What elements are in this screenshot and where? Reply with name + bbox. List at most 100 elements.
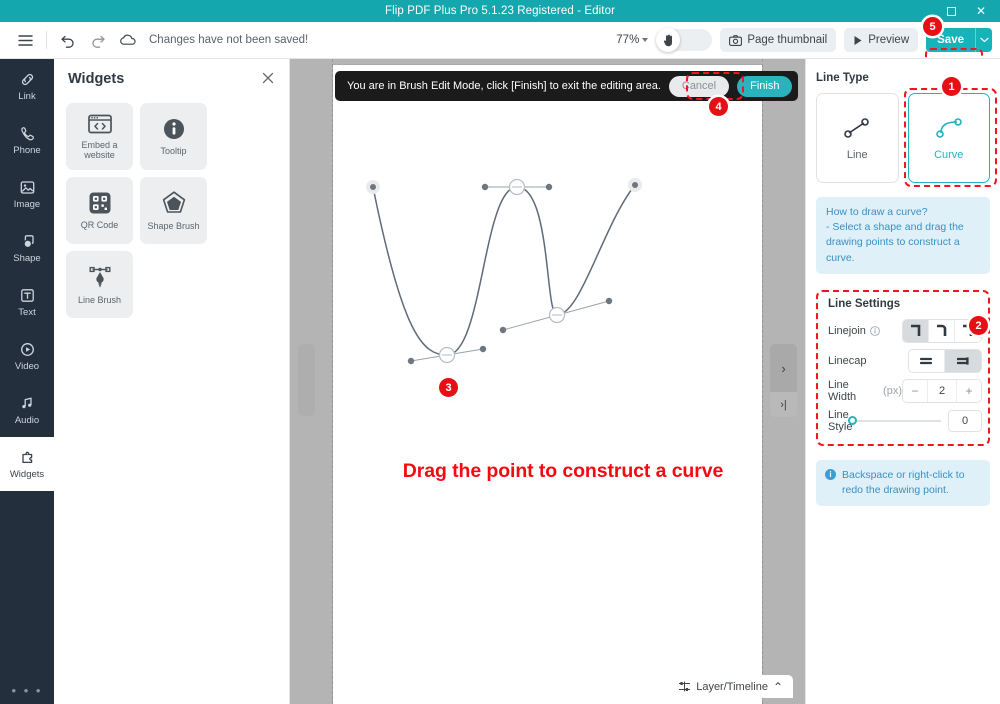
line-type-curve-label: Curve [934, 149, 964, 161]
handle-dot-2a [481, 183, 489, 191]
prev-page-tab[interactable] [298, 344, 315, 416]
sidebar-item-phone[interactable]: Phone [0, 113, 54, 167]
widget-line-brush[interactable]: Line Brush [66, 251, 133, 318]
menu-button[interactable] [10, 26, 40, 54]
zoom-level-label: 77% [616, 34, 640, 46]
linejoin-label: Linejoin [828, 324, 866, 337]
widgets-panel-close-button[interactable] [261, 71, 277, 87]
redo-icon [92, 35, 105, 48]
maximize-button[interactable] [936, 0, 966, 22]
info-circle-icon [163, 118, 184, 139]
cloud-icon [120, 34, 136, 45]
hand-tool-toggle[interactable] [656, 28, 713, 52]
finish-button[interactable]: Finish [737, 75, 793, 97]
linejoin-miter-button[interactable] [903, 319, 929, 342]
video-icon [20, 342, 34, 356]
chevron-up-icon: ⌃ [772, 679, 783, 694]
layer-timeline-button[interactable]: Layer/Timeline ⌃ [668, 675, 793, 698]
widget-shape-brush[interactable]: Shape Brush [140, 177, 207, 244]
main-toolbar: Changes have not been saved! 77% Page th… [0, 17, 1000, 78]
step-badge-4: 4 [709, 97, 728, 116]
redo-tip-callout: i Backspace or right-click to redo the d… [816, 459, 990, 507]
line-style-row: Line Style 0 [824, 406, 982, 436]
browser-code-icon [87, 114, 112, 133]
window-controls: ✕ [936, 0, 996, 22]
hand-icon [663, 34, 672, 46]
line-style-value[interactable]: 0 [948, 409, 982, 432]
zoom-selector[interactable]: 77% [616, 34, 649, 46]
line-width-control: − 2 + [902, 378, 982, 403]
linecap-segmented [908, 348, 982, 373]
sidebar-label-image: Image [13, 198, 41, 210]
handle-dot-2b [545, 183, 553, 191]
toolbar-divider [46, 31, 47, 49]
sidebar-label-link: Link [18, 90, 36, 102]
line-style-slider-knob[interactable] [848, 415, 857, 425]
undo-button[interactable] [53, 26, 83, 54]
sidebar-label-phone: Phone [13, 144, 41, 156]
preview-button[interactable]: Preview [844, 28, 919, 52]
save-status-text: Changes have not been saved! [149, 34, 309, 46]
canvas-area[interactable]: 3 Drag the point to construct a curve Yo… [290, 59, 805, 704]
shape-icon [23, 234, 34, 248]
chevron-down-icon [979, 37, 989, 43]
close-button[interactable]: ✕ [966, 0, 996, 22]
step-badge-1: 1 [942, 77, 961, 96]
howto-line-2: - Select a shape and drag the drawing po… [826, 221, 964, 264]
line-type-line[interactable]: Line [816, 93, 899, 183]
line-width-value[interactable]: 2 [927, 379, 957, 402]
line-style-slider[interactable] [848, 415, 941, 425]
handle-dot-1b [479, 345, 487, 353]
page-thumbnail-label: Page thumbnail [747, 34, 828, 46]
line-type-line-label: Line [846, 149, 868, 161]
last-page-button[interactable]: ›| [770, 392, 797, 417]
brush-edit-message: You are in Brush Edit Mode, click [Finis… [347, 80, 661, 92]
line-width-label: Line Width [828, 378, 857, 403]
page-thumbnail-button[interactable]: Page thumbnail [720, 28, 837, 52]
curve-icon [935, 118, 962, 138]
audio-icon [21, 397, 32, 408]
sidebar-label-audio: Audio [14, 414, 40, 426]
right-properties-panel: Line Type Line Curve 1 How to draw a cur… [805, 59, 1000, 704]
save-dropdown-button[interactable] [975, 28, 992, 52]
miter-join-icon [910, 324, 920, 336]
widgets-grid: Embed a website Tooltip QR Code Shape Br… [54, 99, 289, 322]
line-brush-icon [89, 266, 110, 288]
round-join-icon [936, 324, 946, 336]
redo-tip-text: Backspace or right-click to redo the dra… [842, 468, 965, 497]
app-title: Flip PDF Plus Pro 5.1.23 Registered - Ed… [384, 5, 616, 17]
widget-tooltip[interactable]: Tooltip [140, 103, 207, 170]
linecap-square-button[interactable] [945, 349, 981, 372]
sidebar-item-link[interactable]: Link [0, 59, 54, 113]
line-width-increment-button[interactable]: + [957, 379, 981, 402]
line-type-curve[interactable]: Curve [907, 93, 990, 183]
next-page-button[interactable]: › [770, 344, 797, 392]
redo-button[interactable] [83, 26, 113, 54]
sidebar-more-button[interactable]: • • • [0, 683, 54, 698]
camera-icon [729, 34, 743, 46]
line-style-control: 0 [848, 409, 982, 432]
preview-label: Preview [868, 34, 910, 46]
handle-dot-1a [407, 357, 415, 365]
sidebar-item-image[interactable]: Image [0, 167, 54, 221]
widget-embed-a-website[interactable]: Embed a website [66, 103, 133, 170]
curve-drawing[interactable] [333, 65, 762, 495]
sidebar-item-video[interactable]: Video [0, 329, 54, 383]
cancel-button[interactable]: Cancel [668, 75, 730, 97]
line-width-decrement-button[interactable]: − [903, 379, 927, 402]
sidebar-item-text[interactable]: Text [0, 275, 54, 329]
step-badge-2: 2 [969, 316, 988, 335]
line-width-stepper: − 2 + [902, 378, 982, 403]
hand-tool-knob [656, 28, 681, 52]
document-page[interactable]: 3 Drag the point to construct a curve [333, 65, 762, 704]
cloud-save-button[interactable] [113, 26, 143, 54]
sidebar-item-widgets[interactable]: Widgets [0, 429, 54, 499]
step-badge-5: 5 [923, 17, 942, 36]
widget-qr-code[interactable]: QR Code [66, 177, 133, 244]
info-icon: i [825, 468, 836, 480]
round-cap-icon [919, 357, 932, 364]
image-icon [20, 180, 34, 194]
linejoin-round-button[interactable] [929, 319, 955, 342]
sidebar-item-shape[interactable]: Shape [0, 221, 54, 275]
linecap-round-button[interactable] [909, 349, 945, 372]
